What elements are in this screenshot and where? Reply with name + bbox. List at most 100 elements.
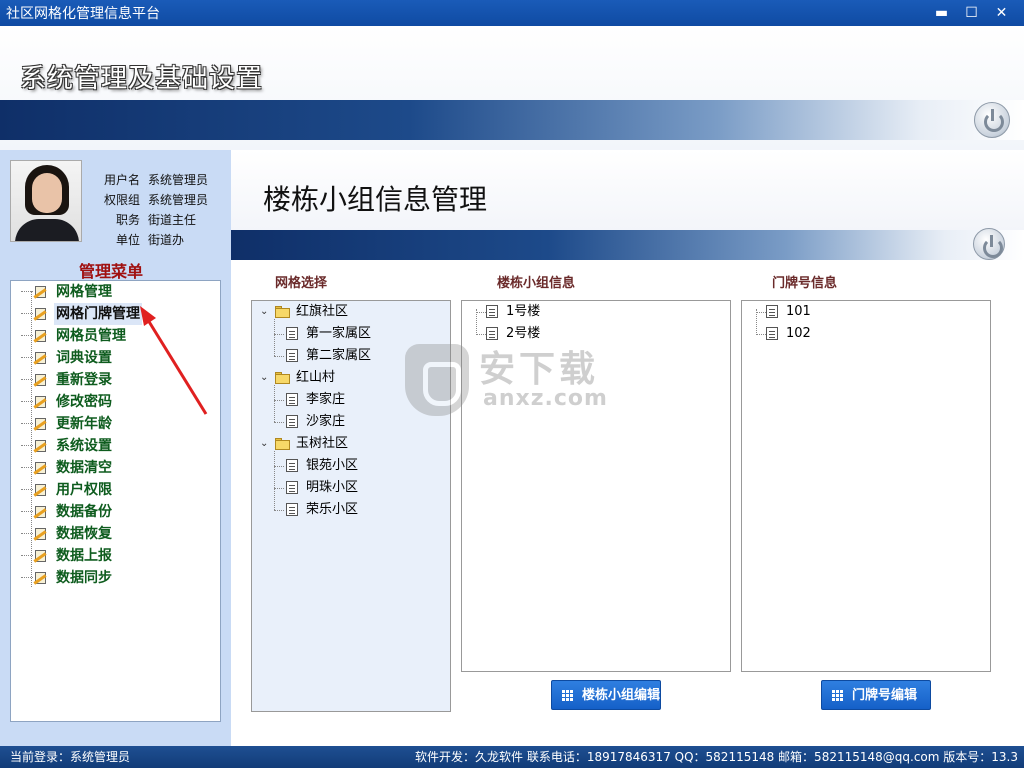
menu-item-label: 网格管理 [56, 284, 112, 300]
edit-page-icon [33, 351, 48, 365]
menu-item[interactable]: 系统设置 [11, 435, 211, 457]
menu-item[interactable]: 网格门牌管理 [11, 303, 211, 325]
tree-node-label: 沙家庄 [306, 414, 346, 429]
tree-line [274, 488, 284, 489]
tree-node-area[interactable]: 第一家属区 [274, 323, 440, 345]
tree-node-area[interactable]: 李家庄 [274, 389, 440, 411]
tree-node-area[interactable]: 荣乐小区 [274, 499, 440, 521]
menu-item-label: 词典设置 [56, 350, 112, 366]
edit-page-icon [33, 439, 48, 453]
list-item-label: 2号楼 [506, 326, 541, 341]
grid-tree-panel[interactable]: ⌄ 红旗社区第一家属区第二家属区 ⌄ 红山村李家庄沙家庄 ⌄ 玉树社区银苑小区 明珠小区荣乐… [251, 300, 451, 712]
menu-item[interactable]: 重新登录 [11, 369, 211, 391]
document-icon [286, 481, 298, 494]
grid-select-label: 网格选择 [275, 276, 328, 291]
edit-door-button[interactable]: 门牌号编辑 [821, 680, 931, 710]
edit-building-label: 楼栋小组编辑 [582, 688, 661, 703]
maximize-button[interactable]: ☐ [958, 3, 985, 23]
tree-line [274, 510, 284, 511]
menu-item[interactable]: 用户权限 [11, 479, 211, 501]
avatar [10, 160, 82, 242]
minimize-button[interactable]: ▬ [928, 3, 955, 23]
folder-icon [275, 438, 291, 450]
menu-item-label: 网格员管理 [56, 328, 126, 344]
menu-item-label: 数据清空 [56, 460, 112, 476]
menu-item[interactable]: 网格管理 [11, 281, 211, 303]
power-icon[interactable] [973, 228, 1005, 260]
document-icon [486, 305, 498, 318]
chevron-down-icon[interactable]: ⌄ [260, 301, 272, 323]
chevron-down-icon[interactable]: ⌄ [260, 367, 272, 389]
info-label: 职务 [115, 213, 140, 227]
tree-node-label: 红旗社区 [296, 304, 349, 319]
edit-page-icon [33, 307, 48, 321]
menu-item[interactable]: 数据上报 [11, 545, 211, 567]
building-list-panel[interactable]: 1号楼 2号楼 [461, 300, 731, 672]
tree-node-area[interactable]: 第二家属区 [274, 345, 440, 367]
menu-item[interactable]: 修改密码 [11, 391, 211, 413]
info-label: 权限组 [103, 193, 140, 207]
menu-item[interactable]: 数据清空 [11, 457, 211, 479]
tree-line [476, 334, 486, 335]
info-value: 街道办 [148, 233, 185, 247]
tree-node-label: 红山村 [296, 370, 336, 385]
tree-node-label: 荣乐小区 [306, 502, 359, 517]
tree-line [274, 466, 284, 467]
door-item[interactable]: 102 [756, 323, 956, 345]
tree-node-label: 玉树社区 [296, 436, 349, 451]
edit-page-icon [33, 461, 48, 475]
menu-item[interactable]: 词典设置 [11, 347, 211, 369]
window-titlebar: 社区网格化管理信息平台 ▬ ☐ ✕ [0, 0, 1024, 26]
close-button[interactable]: ✕ [988, 3, 1015, 23]
menu-item-label: 数据备份 [56, 504, 112, 520]
tree-line [21, 401, 33, 402]
building-item[interactable]: 1号楼 [476, 301, 676, 323]
tree-line [756, 334, 766, 335]
current-login: 当前登录：系统管理员 [10, 750, 131, 764]
tree-line [476, 312, 486, 313]
edit-page-icon [33, 527, 48, 541]
tree-line [21, 555, 33, 556]
tree-line [21, 445, 33, 446]
tree-node-label: 第二家属区 [306, 348, 372, 363]
page-band [231, 230, 1024, 260]
tree-line [21, 423, 33, 424]
page-title: 楼栋小组信息管理 [263, 183, 488, 216]
menu-item-label: 重新登录 [56, 372, 112, 388]
list-item-label: 1号楼 [506, 304, 541, 319]
chevron-down-icon[interactable]: ⌄ [260, 433, 272, 455]
user-info-row: 单位 街道办 [88, 230, 228, 250]
tree-node-community[interactable]: ⌄ 红旗社区 [260, 301, 440, 323]
tree-line [274, 451, 275, 510]
tree-node-community[interactable]: ⌄ 红山村 [260, 367, 440, 389]
document-icon [286, 503, 298, 516]
menu-title: 管理菜单 [78, 262, 143, 281]
tree-line [756, 309, 757, 335]
menu-item[interactable]: 数据恢复 [11, 523, 211, 545]
tree-node-label: 第一家属区 [306, 326, 372, 341]
document-icon [766, 327, 778, 340]
door-item[interactable]: 101 [756, 301, 956, 323]
menu-item-label: 修改密码 [56, 394, 112, 410]
tree-node-area[interactable]: 沙家庄 [274, 411, 440, 433]
power-icon[interactable] [974, 102, 1010, 138]
menu-item[interactable]: 网格员管理 [11, 325, 211, 347]
tree-line [274, 400, 284, 401]
edit-building-button[interactable]: 楼栋小组编辑 [551, 680, 661, 710]
tree-node-community[interactable]: ⌄ 玉树社区 [260, 433, 440, 455]
menu-tree: 网格管理网格门牌管理网格员管理词典设置重新登录修改密码更新年龄 系统设置数据清空用… [10, 280, 221, 722]
folder-icon [275, 306, 291, 318]
grid-icon [562, 690, 573, 701]
building-item[interactable]: 2号楼 [476, 323, 676, 345]
menu-item[interactable]: 更新年龄 [11, 413, 211, 435]
menu-item[interactable]: 数据备份 [11, 501, 211, 523]
door-list-panel[interactable]: 101 102 [741, 300, 991, 672]
tree-node-area[interactable]: 明珠小区 [274, 477, 440, 499]
user-info-row: 职务 街道主任 [88, 210, 228, 230]
window-title: 社区网格化管理信息平台 [6, 6, 160, 22]
menu-item[interactable]: 数据同步 [11, 567, 211, 589]
folder-icon [275, 372, 291, 384]
status-bar: 当前登录：系统管理员 软件开发：久龙软件 联系电话：18917846317 QQ… [0, 746, 1024, 768]
tree-node-area[interactable]: 银苑小区 [274, 455, 440, 477]
edit-page-icon [33, 285, 48, 299]
